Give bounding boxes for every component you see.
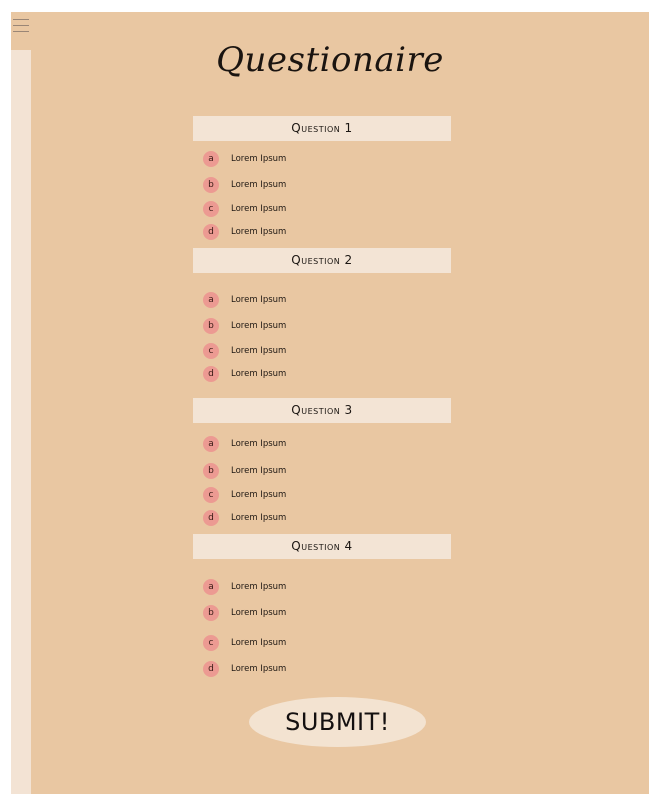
question-4-option-d[interactable]: d Lorem Ipsum <box>203 661 286 677</box>
option-label: Lorem Ipsum <box>231 346 287 356</box>
question-1-option-b[interactable]: b Lorem Ipsum <box>203 177 286 193</box>
question-1-header: Question 1 <box>193 116 451 141</box>
question-3-option-a[interactable]: a Lorem Ipsum <box>203 436 286 452</box>
option-label: Lorem Ipsum <box>231 466 287 476</box>
question-4-option-b[interactable]: b Lorem Ipsum <box>203 605 286 621</box>
hamburger-menu-icon[interactable] <box>13 18 29 32</box>
option-label: Lorem Ipsum <box>231 321 287 331</box>
question-2-header: Question 2 <box>193 248 451 273</box>
sidebar <box>11 50 31 794</box>
question-2-option-d[interactable]: d Lorem Ipsum <box>203 366 286 382</box>
option-bullet: b <box>203 177 219 193</box>
option-label: Lorem Ipsum <box>231 513 287 523</box>
option-bullet: d <box>203 661 219 677</box>
question-1-option-c[interactable]: c Lorem Ipsum <box>203 201 286 217</box>
option-label: Lorem Ipsum <box>231 608 287 618</box>
option-label: Lorem Ipsum <box>231 582 287 592</box>
question-4-option-a[interactable]: a Lorem Ipsum <box>203 579 286 595</box>
question-4-header: Question 4 <box>193 534 451 559</box>
option-bullet: b <box>203 463 219 479</box>
option-label: Lorem Ipsum <box>231 439 287 449</box>
option-bullet: b <box>203 605 219 621</box>
option-bullet: c <box>203 343 219 359</box>
option-label: Lorem Ipsum <box>231 204 287 214</box>
option-bullet: a <box>203 151 219 167</box>
option-label: Lorem Ipsum <box>231 369 287 379</box>
questionnaire-app: Questionaire Question 1 a Lorem Ipsum b Lo… <box>11 12 649 794</box>
question-2-option-c[interactable]: c Lorem Ipsum <box>203 343 286 359</box>
option-bullet: b <box>203 318 219 334</box>
option-label: Lorem Ipsum <box>231 295 287 305</box>
option-bullet: c <box>203 201 219 217</box>
option-bullet: d <box>203 224 219 240</box>
question-4-option-c[interactable]: c Lorem Ipsum <box>203 635 286 651</box>
option-label: Lorem Ipsum <box>231 227 287 237</box>
option-label: Lorem Ipsum <box>231 490 287 500</box>
option-bullet: a <box>203 579 219 595</box>
option-label: Lorem Ipsum <box>231 664 287 674</box>
option-label: Lorem Ipsum <box>231 180 287 190</box>
option-bullet: d <box>203 366 219 382</box>
option-bullet: a <box>203 436 219 452</box>
option-label: Lorem Ipsum <box>231 154 287 164</box>
question-3-header: Question 3 <box>193 398 451 423</box>
question-3-option-d[interactable]: d Lorem Ipsum <box>203 510 286 526</box>
question-3-option-c[interactable]: c Lorem Ipsum <box>203 487 286 503</box>
option-bullet: c <box>203 635 219 651</box>
submit-button[interactable]: SUBMIT! <box>249 697 426 747</box>
question-1-option-d[interactable]: d Lorem Ipsum <box>203 224 286 240</box>
question-3-option-b[interactable]: b Lorem Ipsum <box>203 463 286 479</box>
option-bullet: d <box>203 510 219 526</box>
question-2-option-b[interactable]: b Lorem Ipsum <box>203 318 286 334</box>
option-bullet: a <box>203 292 219 308</box>
page-title: Questionaire <box>216 40 444 80</box>
question-1-option-a[interactable]: a Lorem Ipsum <box>203 151 286 167</box>
option-bullet: c <box>203 487 219 503</box>
option-label: Lorem Ipsum <box>231 638 287 648</box>
question-2-option-a[interactable]: a Lorem Ipsum <box>203 292 286 308</box>
